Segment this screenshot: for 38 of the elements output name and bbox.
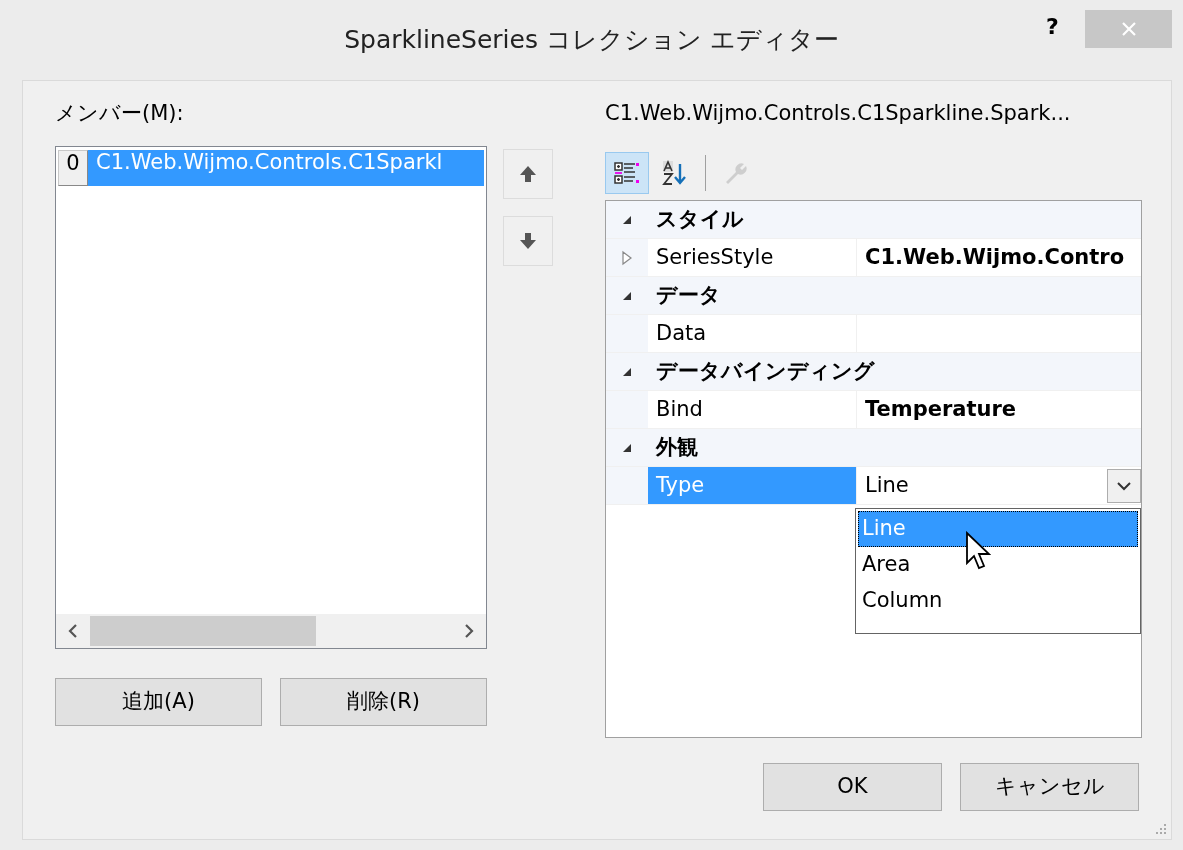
scroll-right-icon[interactable]: [463, 623, 475, 639]
dropdown-option[interactable]: Column: [858, 583, 1138, 619]
property-name[interactable]: Data: [648, 315, 857, 352]
categorized-icon: [613, 160, 641, 186]
members-label: メンバー(M):: [55, 101, 184, 125]
scroll-thumb[interactable]: [90, 616, 316, 646]
up-arrow-icon: [518, 164, 538, 184]
window-title: SparklineSeries コレクション エディター: [344, 25, 839, 55]
ok-button[interactable]: OK: [763, 763, 942, 811]
object-title: C1.Web.Wijmo.Controls.C1Sparkline.Spark...: [605, 101, 1071, 125]
toolbar-button[interactable]: [605, 152, 649, 194]
property-value[interactable]: Line: [865, 472, 909, 499]
property-value[interactable]: Temperature: [865, 396, 1017, 423]
remove-button[interactable]: 削除(R): [280, 678, 487, 726]
down-arrow-icon: [518, 231, 538, 251]
sort-az-icon: [661, 160, 689, 186]
chevron-down-icon: [1116, 480, 1132, 491]
mouse-cursor-icon: [965, 531, 991, 571]
dropdown-button[interactable]: [1107, 468, 1141, 503]
category-name[interactable]: 外観: [648, 429, 1141, 466]
row-index: 0: [58, 150, 88, 186]
dropdown-option[interactable]: Area: [858, 547, 1138, 583]
close-icon: [1119, 20, 1138, 38]
property-value[interactable]: C1.Web.Wijmo.Contro: [865, 244, 1125, 271]
move-down-button[interactable]: [503, 216, 553, 266]
cancel-button[interactable]: キャンセル: [960, 763, 1139, 811]
help-button[interactable]: ?: [1046, 14, 1059, 41]
property-name[interactable]: Bind: [648, 391, 857, 428]
category-name[interactable]: スタイル: [648, 201, 1141, 238]
category-name[interactable]: データバインディング: [648, 353, 1141, 390]
horizontal-scrollbar[interactable]: [56, 614, 486, 648]
resize-grip-icon[interactable]: [1154, 822, 1168, 836]
category-name[interactable]: データ: [648, 277, 1141, 314]
scroll-left-icon[interactable]: [67, 623, 79, 639]
expand-icon[interactable]: [621, 249, 633, 266]
property-name[interactable]: SeriesStyle: [648, 239, 857, 276]
move-up-button[interactable]: [503, 149, 553, 199]
add-button[interactable]: 追加(A): [55, 678, 262, 726]
